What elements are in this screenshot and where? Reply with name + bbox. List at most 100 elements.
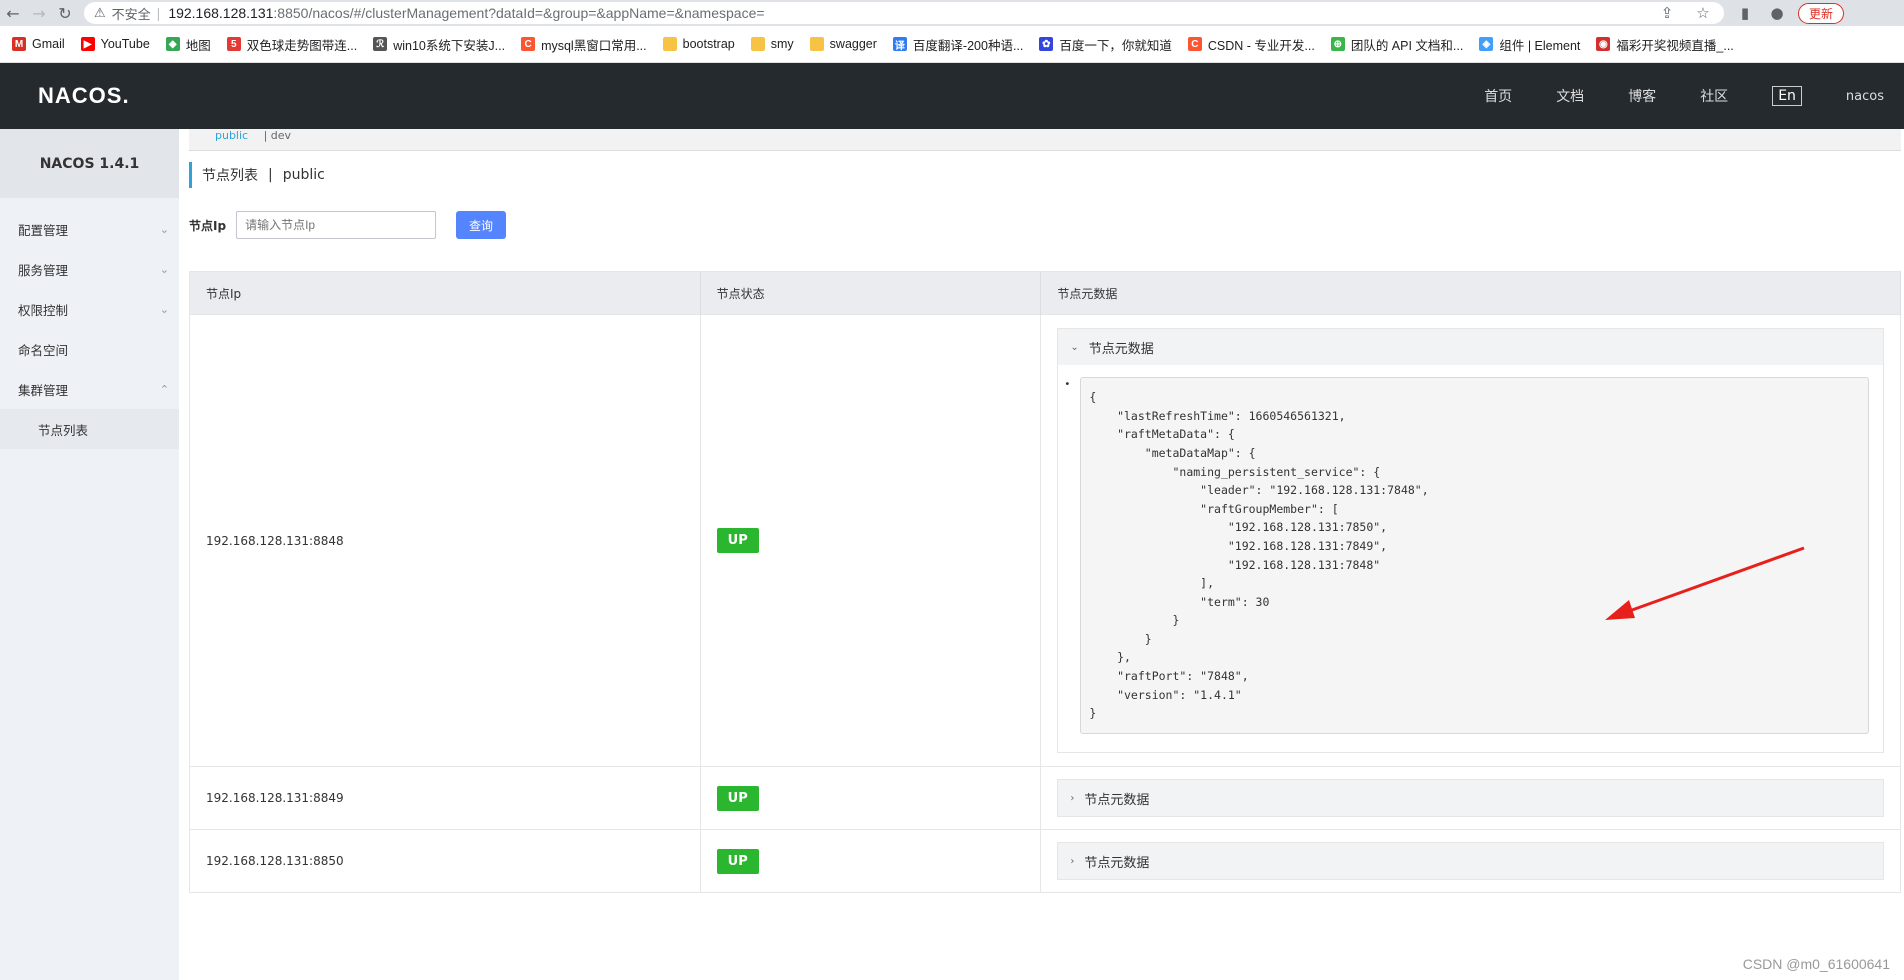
bookmarks-bar: M Gmail ▶ YouTube ◆ 地图 5 双色球走势图带连... ℛwin10系统下安装… <box>0 26 1904 63</box>
sidebar-item-label: 配置管理 <box>18 222 69 238</box>
back-icon[interactable]: ← <box>0 0 26 26</box>
maps-icon: ◆ <box>165 37 180 51</box>
bookmark-label: CSDN - 专业开发... <box>1207 38 1315 53</box>
search-form: 节点Ip 查询 <box>189 211 507 239</box>
api-icon: ⊕ <box>1330 37 1345 51</box>
bookmark-label: YouTube <box>100 37 150 51</box>
metadata-toggle[interactable]: › 节点元数据 <box>1058 780 1883 816</box>
bookmark-item[interactable]: ▶ YouTube <box>80 37 150 51</box>
sidebar-item-cluster[interactable]: 集群管理 ⌃ <box>0 369 179 409</box>
status-badge: UP <box>716 785 759 811</box>
bookmark-label: smy <box>770 37 794 51</box>
bookmark-item[interactable]: 5 双色球走势图带连... <box>226 35 358 54</box>
bookmark-item[interactable]: M Gmail <box>12 37 65 51</box>
bookmark-label: 组件 | Element <box>1499 38 1581 53</box>
node-ip-input[interactable] <box>236 211 437 239</box>
bookmark-item[interactable]: ◉ 福彩开奖视频直播_... <box>1596 35 1734 54</box>
chevron-right-icon: › <box>1070 792 1075 804</box>
bookmark-label: 团队的 API 文档和... <box>1350 38 1464 53</box>
profile-icon[interactable]: ● <box>1766 4 1788 22</box>
nav-docs[interactable]: 文档 <box>1556 86 1584 106</box>
translate-icon: 译 <box>892 37 907 52</box>
user-menu[interactable]: nacos <box>1846 89 1884 104</box>
share-icon[interactable]: ⇪ <box>1656 4 1678 22</box>
bookmark-item[interactable]: ⊕ 团队的 API 文档和... <box>1330 35 1464 54</box>
bookmark-item[interactable]: 译百度翻译-200种语... <box>892 35 1024 54</box>
element-icon: ◈ <box>1479 37 1494 51</box>
bookmark-label: mysql黑窗口常用... <box>541 38 647 53</box>
address-bar[interactable]: ⚠ 不安全 | 192.168.128.131:8850/nacos/#/clu… <box>84 2 1724 24</box>
bookmark-label: bootstrap <box>682 37 735 51</box>
lottery-icon: ◉ <box>1596 37 1611 51</box>
chevron-down-icon: ⌄ <box>159 222 169 236</box>
search-button[interactable]: 查询 <box>456 211 507 239</box>
sidebar-item-service[interactable]: 服务管理 ⌄ <box>0 249 179 289</box>
bookmark-item[interactable]: ◆ 地图 <box>165 35 211 54</box>
folder-icon <box>809 37 824 51</box>
table-row: 192.168.128.131:8848 UP ⌄ 节点元数据 • { "las… <box>189 314 1901 767</box>
bookmark-label: win10系统下安装J... <box>393 38 506 53</box>
chevron-up-icon: ⌃ <box>159 382 169 396</box>
folder-icon <box>750 37 765 51</box>
bookmark-label: swagger <box>829 37 877 51</box>
side-panel-icon[interactable]: ▮ <box>1734 4 1756 22</box>
page-title: 节点列表 | public <box>189 162 325 188</box>
url-separator: | <box>156 5 161 21</box>
youtube-icon: ▶ <box>80 37 95 51</box>
bookmark-item[interactable]: C CSDN - 专业开发... <box>1187 35 1315 54</box>
table-row: 192.168.128.131:8850 UP › 节点元数据 <box>189 829 1901 893</box>
page-title-text: 节点列表 <box>202 168 258 184</box>
bookmark-item[interactable]: smy <box>750 37 794 51</box>
bookmark-item[interactable]: Cmysql黑窗口常用... <box>521 35 647 54</box>
bookmark-item[interactable]: ℛwin10系统下安装J... <box>373 35 505 54</box>
metadata-toggle[interactable]: ⌄ 节点元数据 <box>1058 329 1883 366</box>
bookmark-label: 百度一下，你就知道 <box>1059 38 1172 53</box>
sidebar-item-auth[interactable]: 权限控制 ⌄ <box>0 289 179 329</box>
column-header-status: 节点状态 <box>700 271 1042 315</box>
node-ip: 192.168.128.131:8849 <box>189 766 701 830</box>
lottery-icon: 5 <box>226 37 241 51</box>
table-row: 192.168.128.131:8849 UP › 节点元数据 <box>189 766 1901 830</box>
bookmark-item[interactable]: swagger <box>809 37 877 51</box>
nav-home[interactable]: 首页 <box>1484 86 1512 106</box>
node-ip: 192.168.128.131:8848 <box>189 314 701 767</box>
baidu-icon: ✿ <box>1039 37 1054 51</box>
sidebar-item-config[interactable]: 配置管理 ⌄ <box>0 209 179 249</box>
bullet-icon: • <box>1064 379 1071 391</box>
sidebar-item-namespace[interactable]: 命名空间 <box>0 329 179 369</box>
url-path: :8850/nacos/#/clusterManagement?dataId=&… <box>273 5 765 21</box>
update-button[interactable]: 更新 <box>1798 2 1845 24</box>
sidebar-subitem-node-list[interactable]: 节点列表 <box>0 409 179 449</box>
folder-icon <box>662 37 677 51</box>
metadata-label: 节点元数据 <box>1084 792 1150 808</box>
language-toggle[interactable]: En <box>1772 86 1802 106</box>
bookmark-label: 百度翻译-200种语... <box>912 38 1024 53</box>
insecure-label: 不安全 <box>111 6 151 22</box>
arrow-head <box>1605 600 1635 620</box>
metadata-toggle[interactable]: › 节点元数据 <box>1058 843 1883 879</box>
metadata-label: 节点元数据 <box>1084 855 1150 871</box>
warning-icon: ⚠ <box>94 5 106 20</box>
metadata-collapse: › 节点元数据 <box>1057 779 1884 817</box>
namespace-public[interactable]: public <box>215 129 248 142</box>
forward-icon[interactable]: → <box>26 0 52 26</box>
bookmark-item[interactable]: bootstrap <box>662 37 735 51</box>
nav-community[interactable]: 社区 <box>1700 86 1728 106</box>
bookmark-label: 双色球走势图带连... <box>246 38 358 53</box>
chevron-down-icon: ⌄ <box>159 302 169 316</box>
sidebar-item-label: 权限控制 <box>18 302 69 318</box>
star-icon[interactable]: ☆ <box>1692 4 1714 22</box>
bookmark-item[interactable]: ◈ 组件 | Element <box>1479 35 1580 54</box>
metadata-collapse: ⌄ 节点元数据 • { "lastRefreshTime": 166054656… <box>1057 328 1884 753</box>
nacos-logo[interactable]: NACOS. <box>38 83 130 109</box>
column-header-metadata: 节点元数据 <box>1040 271 1901 315</box>
title-separator: | <box>268 167 273 183</box>
reload-icon[interactable]: ↻ <box>52 0 78 26</box>
chevron-right-icon: › <box>1070 855 1075 867</box>
gmail-icon: M <box>12 37 26 51</box>
nav-blog[interactable]: 博客 <box>1628 86 1656 106</box>
csdn-icon: C <box>521 37 536 51</box>
namespace-dev[interactable]: | dev <box>264 129 291 142</box>
watermark: CSDN @m0_61600641 <box>1742 956 1890 972</box>
bookmark-item[interactable]: ✿ 百度一下，你就知道 <box>1039 35 1172 54</box>
